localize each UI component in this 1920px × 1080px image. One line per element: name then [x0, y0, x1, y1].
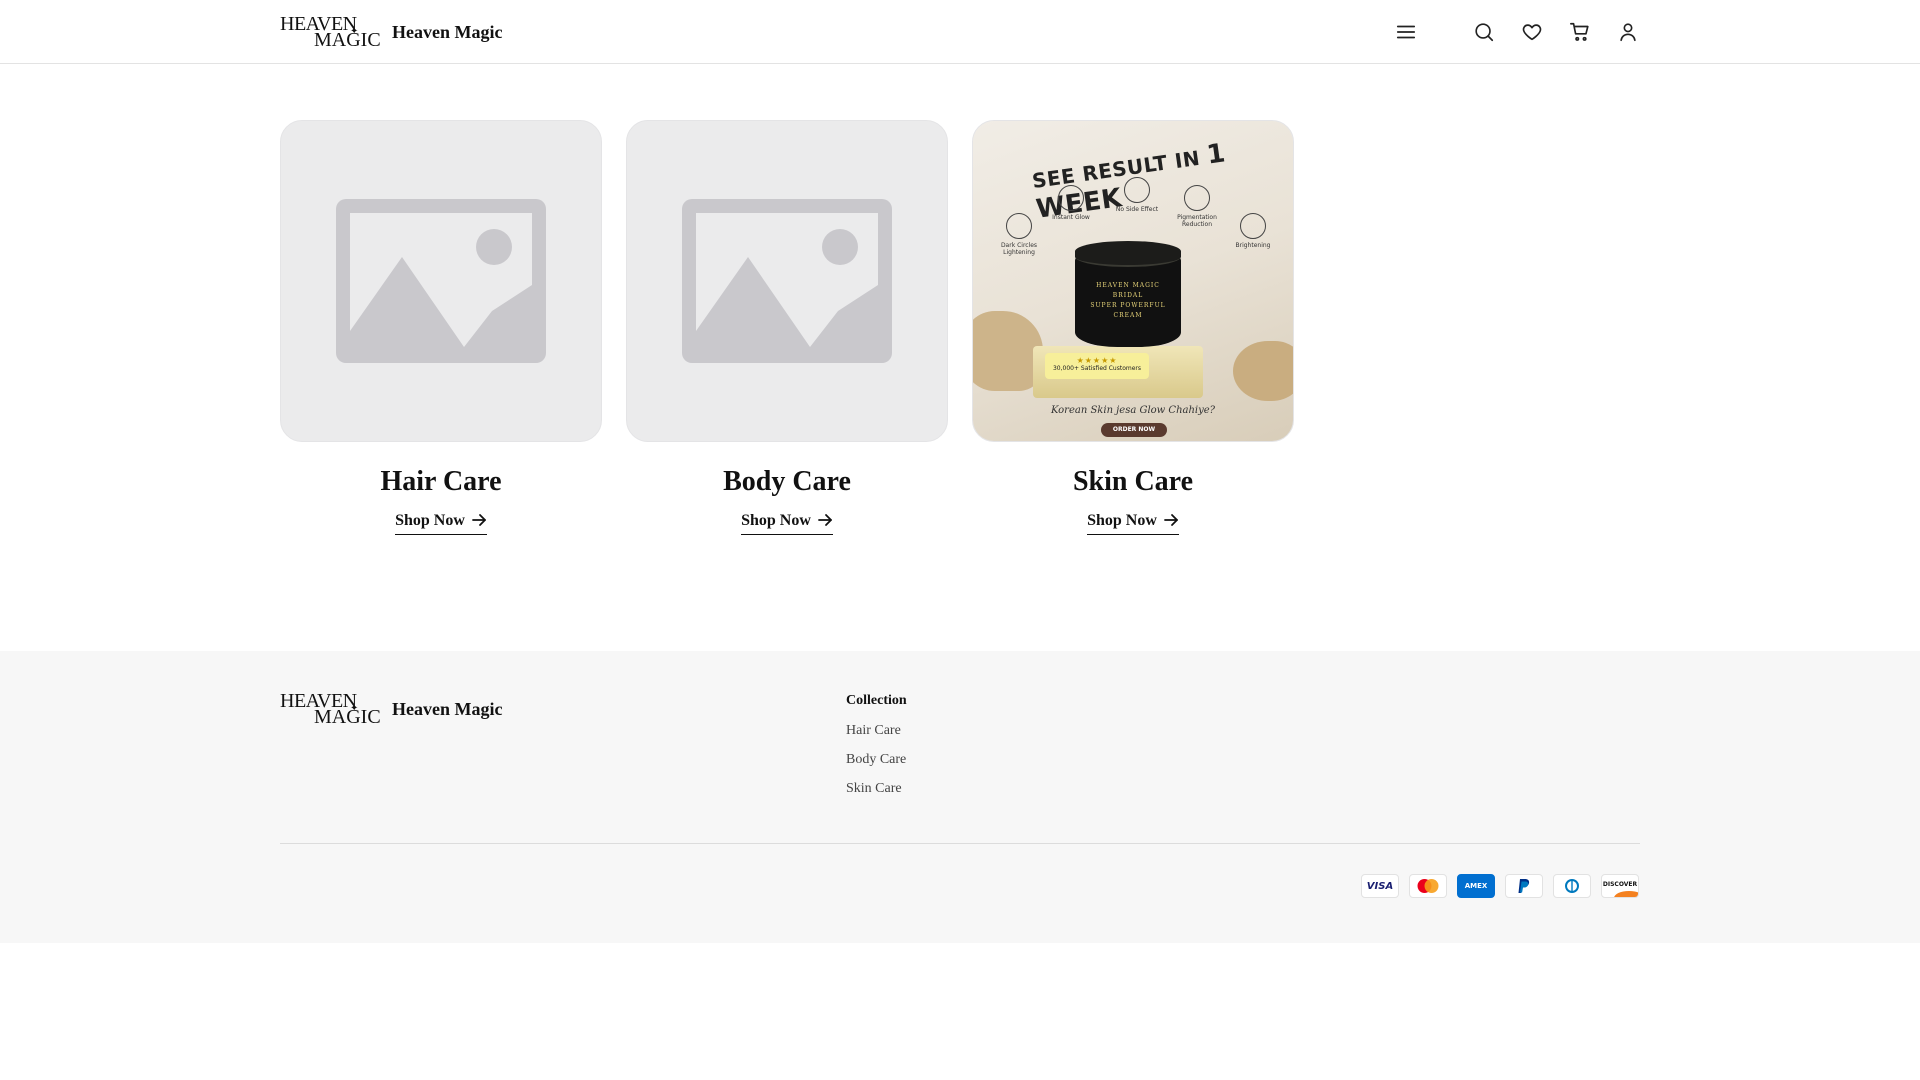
collection-image-body-care[interactable]: [626, 120, 948, 442]
order-now-badge: ORDER NOW: [1101, 423, 1167, 437]
search-icon[interactable]: [1470, 18, 1498, 46]
shop-now-link-body-care[interactable]: Shop Now: [741, 512, 833, 535]
benefit-label: Pigmentation Reduction: [1177, 214, 1217, 228]
stars-icon: ★★★★★: [1076, 356, 1118, 365]
jar-label-line: CREAM: [1113, 312, 1143, 319]
menu-icon[interactable]: [1392, 18, 1420, 46]
footer-logo[interactable]: HEAVEN ✦ MAGIC Heaven Magic: [280, 691, 502, 727]
sparkle-icon: ✦: [350, 26, 359, 37]
collection-card-hair-care: Hair Care Shop Now: [280, 120, 602, 535]
benefit-item: No Side Effect: [1109, 177, 1165, 213]
arrow-right-icon: [817, 513, 833, 532]
jar-label-line: HEAVEN MAGIC: [1096, 282, 1160, 289]
visa-label: VISA: [1366, 880, 1394, 892]
arrow-right-icon: [1163, 513, 1179, 532]
sponge-decoration: [1233, 341, 1293, 401]
benefit-label: Instant Glow: [1052, 214, 1090, 221]
image-placeholder-icon: [682, 199, 892, 363]
shop-now-link-hair-care[interactable]: Shop Now: [395, 512, 487, 535]
benefit-label: Dark Circles Lightening: [1000, 242, 1038, 256]
shop-now-link-skin-care[interactable]: Shop Now: [1087, 512, 1179, 535]
benefit-item: Instant Glow: [1043, 185, 1099, 221]
footer-link-list: Hair Care Body Care Skin Care: [846, 723, 907, 797]
logo-mark: HEAVEN ✦ MAGIC: [280, 14, 384, 50]
collection-title: Hair Care: [380, 466, 502, 497]
face-icon: [1006, 213, 1032, 239]
footer-link-hair-care[interactable]: Hair Care: [846, 723, 907, 739]
benefit-item: Brightening: [1225, 213, 1281, 249]
jar-label-line: BRIDAL: [1112, 292, 1144, 299]
benefit-label: Brightening: [1235, 242, 1271, 249]
sparkle-icon: ✦: [350, 703, 359, 714]
discover-label: DISCOVER: [1602, 880, 1638, 888]
discover-icon: DISCOVER: [1601, 874, 1639, 898]
benefit-item: Dark Circles Lightening: [991, 213, 1047, 256]
amex-icon: AMEX: [1457, 874, 1495, 898]
footer-link-skin-care[interactable]: Skin Care: [846, 781, 907, 797]
discover-swoosh: [1614, 891, 1638, 897]
paypal-icon: [1505, 874, 1543, 898]
footer-collection-menu: Collection Hair Care Body Care Skin Care: [846, 693, 907, 810]
header-logo[interactable]: HEAVEN ✦ MAGIC Heaven Magic: [280, 14, 502, 50]
no-symbol-icon: [1124, 177, 1150, 203]
visa-icon: VISA: [1361, 874, 1399, 898]
amex-label: AMEX: [1464, 882, 1488, 890]
footer-divider: [280, 843, 1640, 844]
brand-name: Heaven Magic: [392, 21, 503, 42]
shop-now-label: Shop Now: [741, 512, 811, 529]
site-header: HEAVEN ✦ MAGIC Heaven Magic: [0, 0, 1920, 64]
site-footer: HEAVEN ✦ MAGIC Heaven Magic Collection H…: [0, 651, 1920, 943]
benefit-item: Pigmentation Reduction: [1169, 185, 1225, 228]
jar-lid: [1075, 241, 1181, 267]
benefit-label: No Side Effect: [1115, 206, 1159, 213]
jar-label: HEAVEN MAGIC BRIDAL SUPER POWERFUL CREAM: [1087, 281, 1169, 321]
shop-now-label: Shop Now: [1087, 512, 1157, 529]
brand-name: Heaven Magic: [392, 698, 503, 719]
footer-link-body-care[interactable]: Body Care: [846, 752, 907, 768]
jar-label-line: SUPER POWERFUL: [1090, 302, 1166, 309]
arrow-right-icon: [471, 513, 487, 532]
product-promo-image: SEE RESULT IN 1 WEEK Dark Circles Lighte…: [973, 121, 1293, 441]
face-icon: [1184, 185, 1210, 211]
cream-jar: HEAVEN MAGIC BRIDAL SUPER POWERFUL CREAM: [1073, 241, 1183, 353]
promo-tagline: Korean Skin jesa Glow Chahiye?: [1050, 405, 1216, 416]
cart-icon[interactable]: [1566, 18, 1594, 46]
collection-image-skin-care[interactable]: SEE RESULT IN 1 WEEK Dark Circles Lighte…: [972, 120, 1294, 442]
collection-card-body-care: Body Care Shop Now: [626, 120, 948, 535]
account-icon[interactable]: [1614, 18, 1642, 46]
face-icon: [1058, 185, 1084, 211]
shop-now-label: Shop Now: [395, 512, 465, 529]
badge-text: 30,000+ Satisfied Customers: [1052, 365, 1142, 372]
payment-icons: VISA AMEX DISCOVER: [1361, 874, 1639, 898]
logo-mark: HEAVEN ✦ MAGIC: [280, 691, 384, 727]
face-icon: [1240, 213, 1266, 239]
collection-card-skin-care: SEE RESULT IN 1 WEEK Dark Circles Lighte…: [972, 120, 1294, 535]
diners-club-icon: [1553, 874, 1591, 898]
collection-title: Skin Care: [1072, 466, 1194, 497]
collection-title: Body Care: [723, 466, 851, 497]
rating-badge: ★★★★★ 30,000+ Satisfied Customers: [1045, 353, 1149, 379]
mastercard-icon: [1409, 874, 1447, 898]
image-placeholder-icon: [336, 199, 546, 363]
footer-column-title: Collection: [846, 693, 907, 708]
collection-image-hair-care[interactable]: [280, 120, 602, 442]
heart-icon[interactable]: [1518, 18, 1546, 46]
